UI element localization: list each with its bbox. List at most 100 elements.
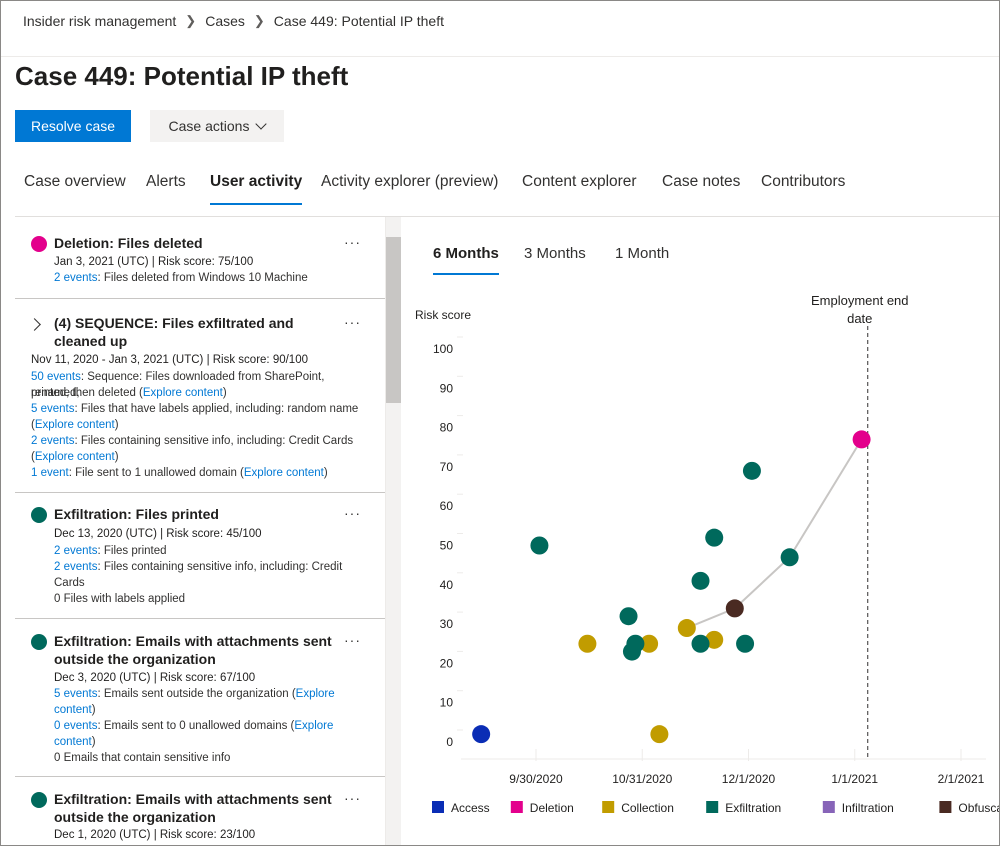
y-tick-label: 100: [433, 342, 453, 356]
tab-1-month[interactable]: 1 Month: [615, 245, 669, 275]
tab-alerts[interactable]: Alerts: [146, 173, 186, 205]
explore-content-link[interactable]: Explore content: [35, 451, 115, 463]
exfiltration-dot-icon: [31, 634, 47, 650]
activity-detail-line: 5 events: Files that have labels applied…: [31, 403, 359, 415]
activity-list-scrollbar[interactable]: [386, 217, 401, 845]
collection-point: [677, 619, 696, 638]
explore-content-link[interactable]: Explore content: [244, 467, 324, 479]
activity-title: Exfiltration: Emails with attachments se…: [54, 633, 332, 667]
y-tick-label: 20: [440, 656, 454, 670]
activity-detail-line: (Explore content): [31, 419, 119, 431]
tab-3-months[interactable]: 3 Months: [524, 245, 586, 275]
explore-content-link[interactable]: content: [54, 704, 92, 716]
exfiltration-point: [691, 634, 710, 653]
activity-card-deletion[interactable]: Deletion: Files deleted ··· Jan 3, 2021 …: [15, 217, 385, 299]
activity-detail-line: Cards: [54, 577, 85, 589]
divider: [1, 56, 999, 57]
activity-card-sequence[interactable]: (4) SEQUENCE: Files exfiltrated and clea…: [15, 299, 385, 493]
explore-content-link[interactable]: content: [54, 736, 92, 748]
events-link[interactable]: 1 event: [31, 467, 69, 479]
activity-detail-line: 0 Emails that contain sensitive info: [54, 752, 231, 764]
y-tick-label: 80: [440, 421, 454, 435]
activity-detail-line: 2 events: Files containing sensitive inf…: [54, 561, 343, 573]
events-link[interactable]: 5 events: [54, 688, 97, 700]
expand-chevron-icon[interactable]: [28, 318, 41, 331]
deletion-legend-label: Deletion: [530, 801, 574, 815]
tab-content-explorer[interactable]: Content explorer: [522, 173, 637, 205]
exfiltration-point: [530, 536, 549, 555]
tab-user-activity[interactable]: User activity: [210, 173, 303, 205]
chevron-right-icon: ❯: [253, 13, 265, 28]
activity-detail-line: (Explore content): [31, 451, 119, 463]
events-link[interactable]: 5 events: [31, 403, 74, 415]
activity-title: Exfiltration: Files printed: [54, 506, 219, 522]
activity-detail-line: content): [54, 704, 96, 716]
x-tick-label: 2/1/2021: [938, 772, 985, 786]
activity-meta: Nov 11, 2020 - Jan 3, 2021 (UTC) | Risk …: [31, 354, 308, 366]
page-title: Case 449: Potential IP theft: [15, 61, 349, 91]
events-link[interactable]: 2 events: [31, 435, 74, 447]
exfiltration-point: [619, 607, 638, 626]
tab-activity-explorer[interactable]: Activity explorer (preview): [321, 173, 498, 205]
activity-card-emails-dec3[interactable]: Exfiltration: Emails with attachments se…: [15, 619, 385, 777]
case-actions-button[interactable]: Case actions: [150, 110, 284, 142]
events-link[interactable]: 50 events: [31, 371, 81, 383]
more-options-icon[interactable]: ···: [344, 234, 361, 250]
app-window: Insider risk management ❯ Cases ❯ Case 4…: [0, 0, 1000, 846]
explore-content-link[interactable]: Explore: [294, 720, 333, 732]
collection-legend-swatch: [602, 801, 615, 813]
more-options-icon[interactable]: ···: [344, 314, 361, 330]
exfiltration-point: [691, 571, 710, 590]
activity-meta: Dec 1, 2020 (UTC) | Risk score: 23/100: [54, 829, 256, 841]
tab-6-months[interactable]: 6 Months: [433, 245, 499, 275]
x-tick-label: 9/30/2020: [509, 772, 563, 786]
activity-detail-line: 5 events: Emails sent outside the organi…: [54, 688, 335, 700]
breadcrumb-insider-risk[interactable]: Insider risk management: [23, 13, 176, 29]
tab-case-notes[interactable]: Case notes: [662, 173, 740, 205]
y-tick-label: 10: [440, 696, 454, 710]
events-link[interactable]: 2 events: [54, 561, 97, 573]
case-actions-label: Case actions: [168, 118, 250, 134]
scrollbar-thumb[interactable]: [386, 237, 401, 403]
events-link[interactable]: 0 events: [54, 720, 97, 732]
resolve-case-label: Resolve case: [30, 118, 116, 134]
chevron-down-icon: [255, 118, 268, 130]
activity-detail-line: 1 event: File sent to 1 unallowed domain…: [31, 467, 328, 479]
activity-title: Exfiltration: Emails with attachments se…: [54, 791, 332, 825]
exfiltration-point: [626, 634, 645, 653]
y-tick-label: 50: [440, 539, 454, 553]
breadcrumb-cases[interactable]: Cases: [205, 13, 245, 29]
tab-case-overview[interactable]: Case overview: [24, 173, 126, 205]
activity-detail-line: content): [54, 736, 96, 748]
events-link[interactable]: 2 events: [54, 272, 97, 284]
activity-card-files-printed[interactable]: Exfiltration: Files printed ··· Dec 13, …: [15, 493, 385, 619]
tab-contributors[interactable]: Contributors: [761, 173, 845, 205]
more-options-icon[interactable]: ···: [344, 790, 361, 806]
activity-detail-line: 2 events: Files printed: [54, 545, 167, 557]
activity-title: (4) SEQUENCE: Files exfiltrated and clea…: [54, 315, 294, 349]
more-options-icon[interactable]: ···: [344, 632, 361, 648]
exfiltration-legend-swatch: [706, 801, 719, 813]
explore-content-link[interactable]: Explore: [296, 688, 335, 700]
resolve-case-button[interactable]: Resolve case: [15, 110, 131, 142]
deletion-point: [852, 430, 871, 449]
collection-legend-label: Collection: [621, 801, 674, 815]
exfiltration-point: [736, 634, 755, 653]
events-link[interactable]: 2 events: [54, 545, 97, 557]
y-tick-label: 30: [440, 617, 454, 631]
activity-detail-line: printed, then deleted (Explore content): [31, 387, 227, 399]
more-options-icon[interactable]: ···: [344, 505, 361, 521]
activity-title: Deletion: Files deleted: [54, 235, 203, 251]
explore-content-link[interactable]: Explore content: [143, 387, 223, 399]
access-point: [472, 725, 491, 744]
activity-detail-line: 0 events: Emails sent to 0 unallowed dom…: [54, 720, 334, 732]
collection-point: [650, 725, 669, 744]
activity-card-emails-dec1[interactable]: Exfiltration: Emails with attachments se…: [15, 777, 385, 845]
exfiltration-point: [780, 548, 799, 567]
exfiltration-dot-icon: [31, 507, 47, 523]
explore-content-link[interactable]: Explore content: [35, 419, 115, 431]
infiltration-legend-label: Infiltration: [842, 801, 894, 815]
activity-list: Deletion: Files deleted ··· Jan 3, 2021 …: [15, 217, 386, 845]
y-tick-label: 40: [440, 578, 454, 592]
x-tick-label: 12/1/2020: [722, 772, 776, 786]
